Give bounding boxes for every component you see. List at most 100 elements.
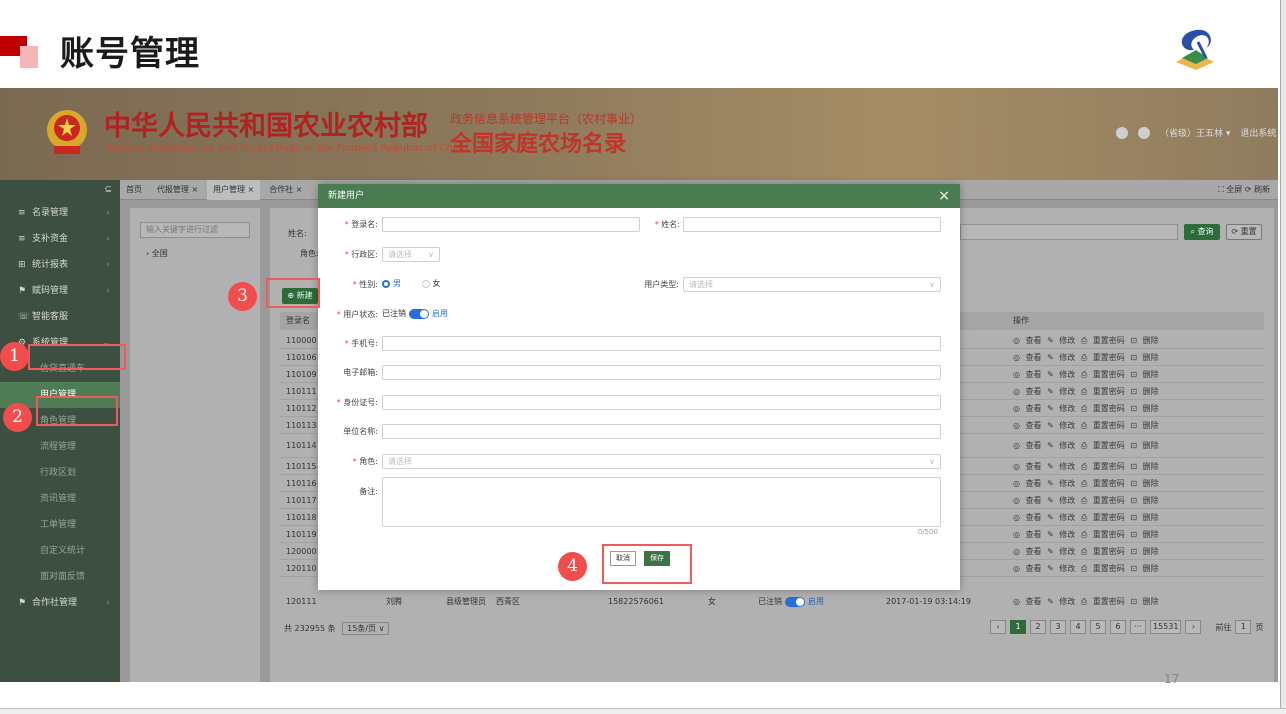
fullscreen-refresh-controls[interactable]: ⛶ 全屏 ⟳ 刷新 [1218, 180, 1270, 200]
cell-login: 120000 [286, 547, 317, 556]
org-label: 单位名称: [343, 427, 378, 436]
row-actions[interactable]: ◎ 查看 ✎ 修改 ⎙ 重置密码 ⊡ 删除 [1013, 400, 1159, 417]
cell-gender: 女 [708, 597, 716, 606]
sidebar-item-coding[interactable]: ⚑ 赋码管理 › [0, 278, 120, 304]
page-1[interactable]: 1 [1010, 620, 1026, 634]
pagination: ‹ 1 2 3 4 5 6 ··· 15531 › 前往 1 页 [990, 620, 1263, 634]
filter-field[interactable] [960, 224, 1178, 240]
goto-input[interactable]: 1 [1235, 620, 1252, 634]
chevron-right-icon: › [106, 208, 110, 218]
app-screenshot: 中华人民共和国农业农村部 Ministry of Agriculture and… [0, 88, 1278, 682]
row-actions[interactable]: ◎ 查看 ✎ 修改 ⎙ 重置密码 ⊡ 删除 [1013, 526, 1159, 543]
flag-icon: ⚑ [18, 598, 27, 608]
filter-name-label: 姓名: [288, 229, 307, 238]
status-toggle[interactable] [409, 308, 429, 319]
remark-textarea[interactable] [382, 477, 941, 527]
radio-male[interactable] [382, 279, 390, 288]
sidebar-item-label: 智能客服 [32, 312, 69, 322]
org-input[interactable] [382, 424, 941, 439]
row-actions[interactable]: ◎ 查看 ✎ 修改 ⎙ 重置密码 ⊡ 删除 [1013, 332, 1159, 349]
sidebar-subitem-flow[interactable]: 流程管理 [0, 434, 120, 460]
sidebar-item-subsidy[interactable]: ≡ 支补资金 › [0, 226, 120, 252]
user-avatar-icon[interactable] [1138, 126, 1150, 139]
page-3[interactable]: 3 [1050, 620, 1066, 634]
name-input[interactable] [683, 217, 941, 232]
sidebar-item-label: 赋码管理 [32, 286, 69, 296]
gender-radio-group: 男 女 [382, 278, 441, 289]
sidebar-subitem-region[interactable]: 行政区划 [0, 460, 120, 486]
tree-filter-input[interactable]: 输入关键字进行过滤 [140, 222, 250, 238]
page-size-select[interactable]: 15条/页 ∨ [342, 622, 390, 635]
notification-icon[interactable] [1116, 126, 1128, 139]
row-actions[interactable]: ◎ 查看 ✎ 修改 ⎙ 重置密码 ⊡ 删除 [1013, 560, 1159, 577]
cell-login: 120110 [286, 564, 317, 573]
tab-user-management[interactable]: 用户管理 × [207, 180, 261, 200]
row-actions[interactable]: ◎ 查看 ✎ 修改 ⎙ 重置密码 ⊡ 删除 [1013, 349, 1159, 366]
tab-cooperative[interactable]: 合作社 × [263, 180, 308, 200]
row-actions[interactable]: ◎ 查看 ✎ 修改 ⎙ 重置密码 ⊡ 删除 [1013, 458, 1159, 475]
sidebar-item-cooperative[interactable]: ⚑ 合作社管理 › [0, 590, 120, 616]
row-actions[interactable]: ◎ 查看 ✎ 修改 ⎙ 重置密码 ⊡ 删除 [1013, 434, 1159, 458]
role-select[interactable]: 请选择 ∨ [382, 454, 941, 469]
name-label: * 姓名: [654, 220, 680, 229]
sidebar-subitem-custom-stats[interactable]: 自定义统计 [0, 538, 120, 564]
page-prev[interactable]: ‹ [990, 620, 1006, 634]
chevron-right-icon: › [106, 598, 110, 608]
row-actions[interactable]: ◎ 查看 ✎ 修改 ⎙ 重置密码 ⊡ 删除 [1013, 475, 1159, 492]
tree-node-root[interactable]: › 全国 [146, 248, 168, 259]
row-actions[interactable]: ◎ 查看 ✎ 修改 ⎙ 重置密码 ⊡ 删除 [1013, 492, 1159, 509]
slide: 账号管理 中华人民共和国农业农村部 Ministry of Agricultur… [0, 0, 1286, 714]
row-actions[interactable]: ◎ 查看 ✎ 修改 ⎙ 重置密码 ⊡ 删除 [1013, 509, 1159, 526]
sidebar-collapse-icon[interactable]: ⊆ [0, 180, 120, 200]
page-ellipsis[interactable]: ··· [1130, 620, 1146, 634]
row-actions[interactable]: ◎ 查看 ✎ 修改 ⎙ 重置密码 ⊡ 删除 [1013, 366, 1159, 383]
page-last[interactable]: 15531 [1150, 620, 1182, 634]
page-5[interactable]: 5 [1090, 620, 1106, 634]
logout-link[interactable]: 退出系统 [1240, 126, 1276, 139]
tab-proxy-report[interactable]: 代报管理 × [151, 180, 204, 200]
sidebar-subitem-news[interactable]: 资讯管理 [0, 486, 120, 512]
usertype-select[interactable]: 请选择 ∨ [683, 277, 941, 292]
slide-footer [0, 708, 1286, 714]
search-button[interactable]: ⌕ 查询 [1184, 224, 1220, 240]
idcard-input[interactable] [382, 395, 941, 410]
sidebar-item-directory[interactable]: ≡ 名录管理 › [0, 200, 120, 226]
reset-button[interactable]: ⟳ 重置 [1226, 224, 1262, 240]
sidebar-item-service[interactable]: ☏ 智能客服 [0, 304, 120, 330]
chevron-down-icon: ∨ [428, 250, 434, 259]
radio-female[interactable] [421, 279, 430, 288]
highlight-dialog-buttons [602, 544, 692, 584]
page-4[interactable]: 4 [1070, 620, 1086, 634]
page-2[interactable]: 2 [1030, 620, 1046, 634]
sidebar-subitem-ticket[interactable]: 工单管理 [0, 512, 120, 538]
remark-label: 备注: [359, 487, 378, 496]
chevron-right-icon: › [106, 234, 110, 244]
sidebar-item-reports[interactable]: ⊞ 统计报表 › [0, 252, 120, 278]
highlight-user-management [36, 396, 118, 426]
user-menu[interactable]: （省级）王五林 ▾ [1160, 126, 1230, 139]
row-actions[interactable]: ◎ 查看 ✎ 修改 ⎙ 重置密码 ⊡ 删除 [1013, 594, 1159, 610]
role-label: * 角色: [352, 457, 378, 466]
region-select[interactable]: 请选择 ∨ [382, 247, 440, 262]
tab-home[interactable]: 首页 [120, 180, 148, 200]
row-actions[interactable]: ◎ 查看 ✎ 修改 ⎙ 重置密码 ⊡ 删除 [1013, 417, 1159, 434]
status-toggle[interactable] [785, 596, 805, 607]
menu-icon: ≡ [18, 234, 26, 244]
goto-suffix: 页 [1255, 622, 1264, 632]
row-actions[interactable]: ◎ 查看 ✎ 修改 ⎙ 重置密码 ⊡ 删除 [1013, 543, 1159, 560]
email-input[interactable] [382, 365, 941, 380]
page-6[interactable]: 6 [1110, 620, 1126, 634]
dialog-header: 新建用户 × [318, 184, 960, 208]
cell-status[interactable]: 已注销 启用 [758, 594, 824, 610]
close-icon[interactable]: × [938, 184, 950, 208]
sidebar-subitem-feedback[interactable]: 面对面反馈 [0, 564, 120, 590]
sidebar-item-label: 名录管理 [32, 208, 69, 218]
phone-input[interactable] [382, 336, 941, 351]
right-border [1280, 0, 1286, 714]
sidebar-item-label: 支补资金 [32, 234, 69, 244]
login-input[interactable] [382, 217, 640, 232]
phone-icon: ☏ [18, 312, 30, 322]
sidebar-item-label: 合作社管理 [32, 598, 78, 608]
page-next[interactable]: › [1185, 620, 1202, 634]
row-actions[interactable]: ◎ 查看 ✎ 修改 ⎙ 重置密码 ⊡ 删除 [1013, 383, 1159, 400]
